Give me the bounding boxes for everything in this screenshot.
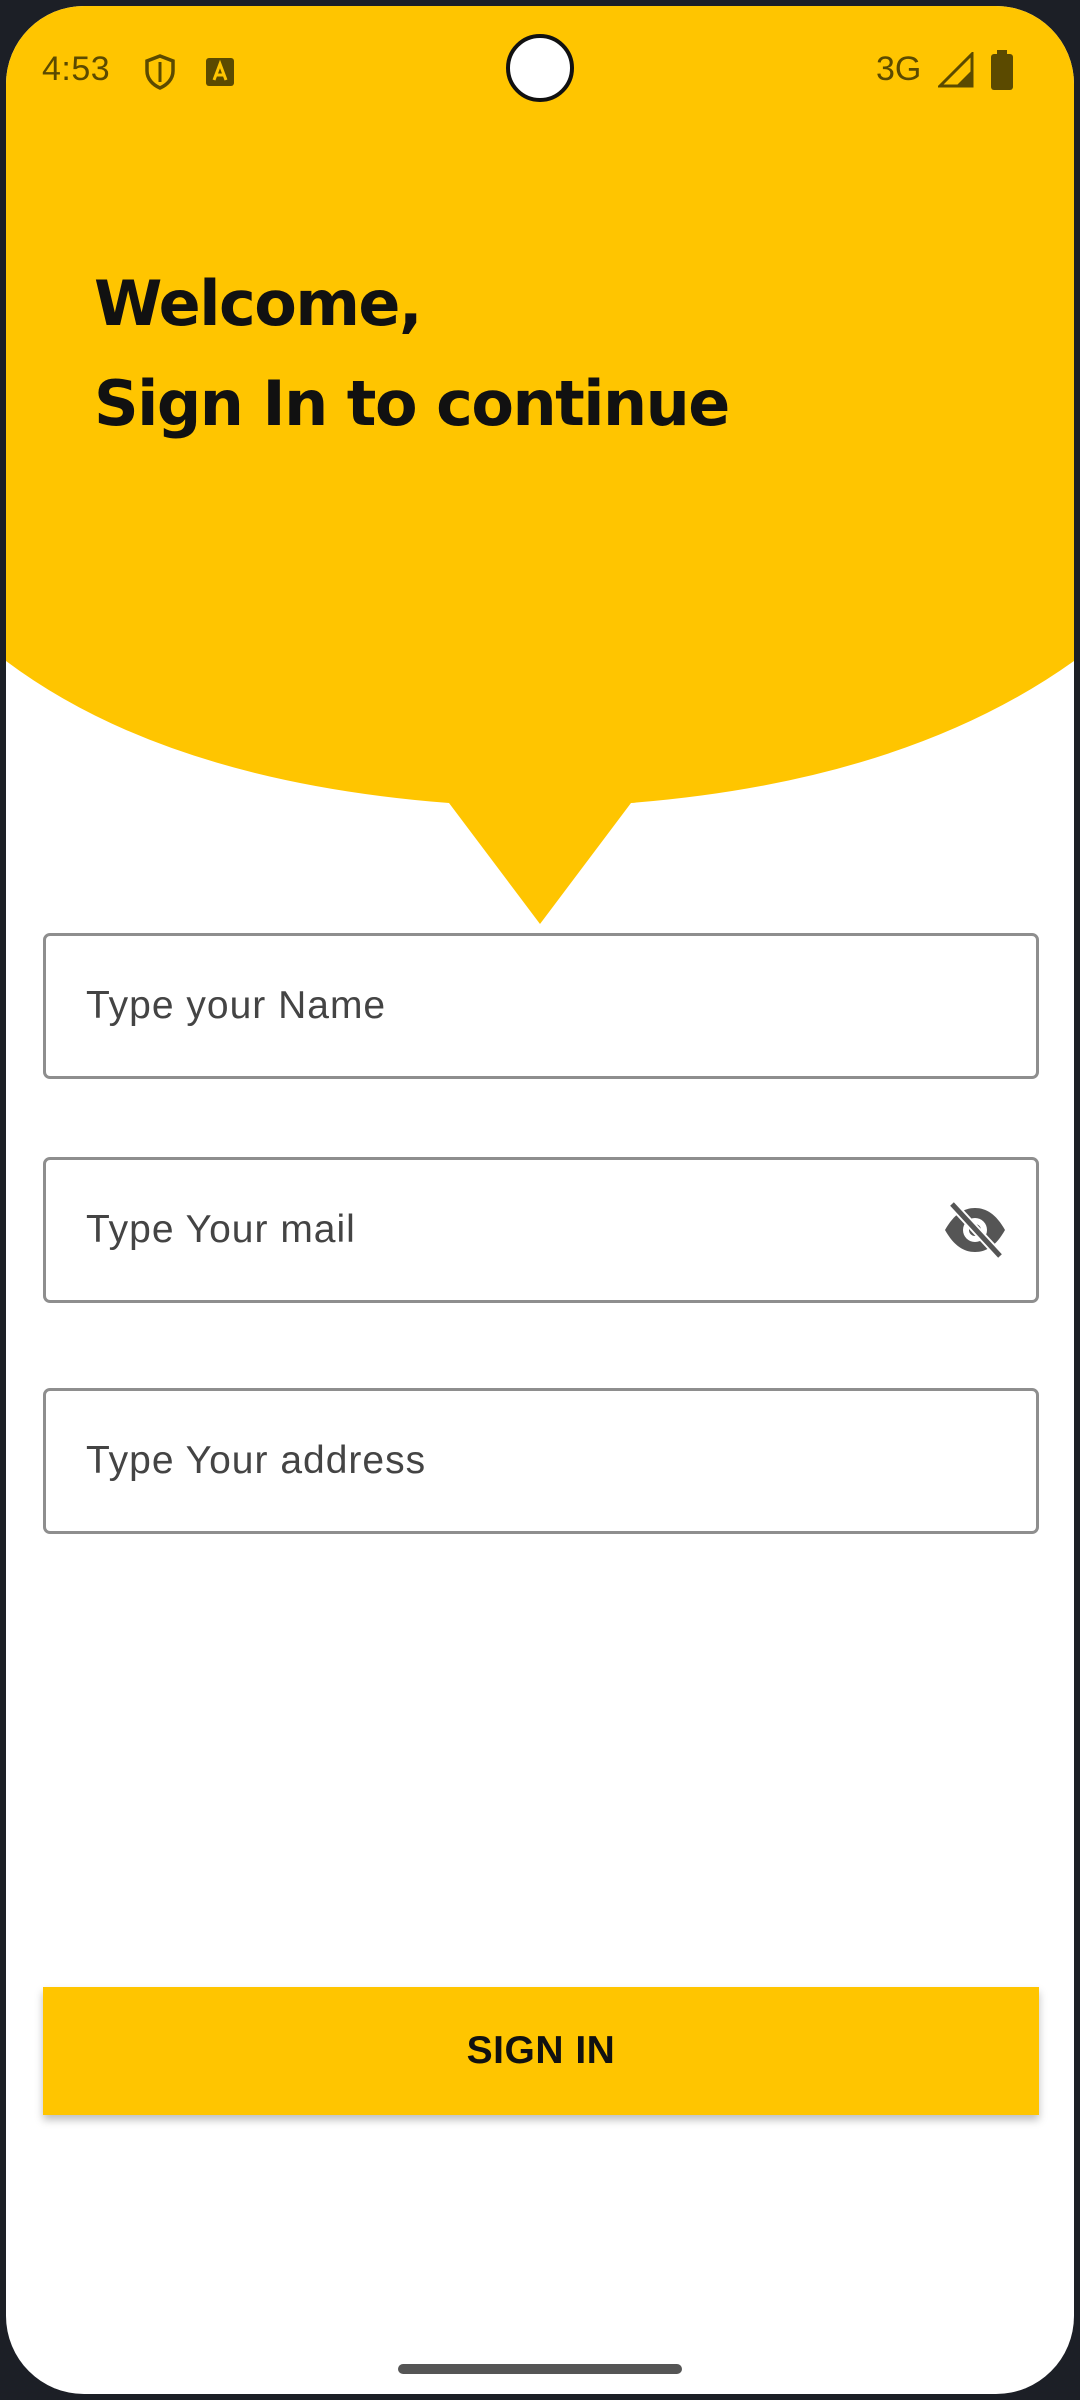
name-field (43, 933, 1039, 1079)
address-field (43, 1388, 1039, 1534)
signal-icon (936, 50, 974, 93)
mail-input[interactable] (86, 1160, 926, 1300)
status-bar: 4:53 3G (6, 6, 1074, 136)
status-time: 4:53 (42, 50, 111, 88)
mail-field (43, 1157, 1039, 1303)
welcome-line: Welcome, (94, 267, 423, 340)
app-screen: 4:53 3G Welcome, Sign In to continue Typ… (6, 6, 1074, 2394)
header-background (6, 6, 1074, 924)
address-input[interactable] (86, 1391, 926, 1531)
network-type: 3G (876, 50, 922, 88)
shield-icon (144, 54, 176, 95)
front-camera (506, 34, 574, 102)
signin-subtitle: Sign In to continue (94, 367, 730, 440)
font-a-icon (206, 58, 234, 91)
welcome-heading: Welcome, Sign In to continue (94, 254, 730, 454)
name-input[interactable] (86, 936, 926, 1076)
sign-in-button[interactable]: SIGN IN (43, 1987, 1039, 2115)
home-indicator[interactable] (398, 2364, 682, 2374)
device-frame: 4:53 3G Welcome, Sign In to continue Typ… (0, 0, 1080, 2400)
eye-off-icon[interactable] (942, 1200, 1008, 1260)
battery-icon (990, 50, 1014, 95)
